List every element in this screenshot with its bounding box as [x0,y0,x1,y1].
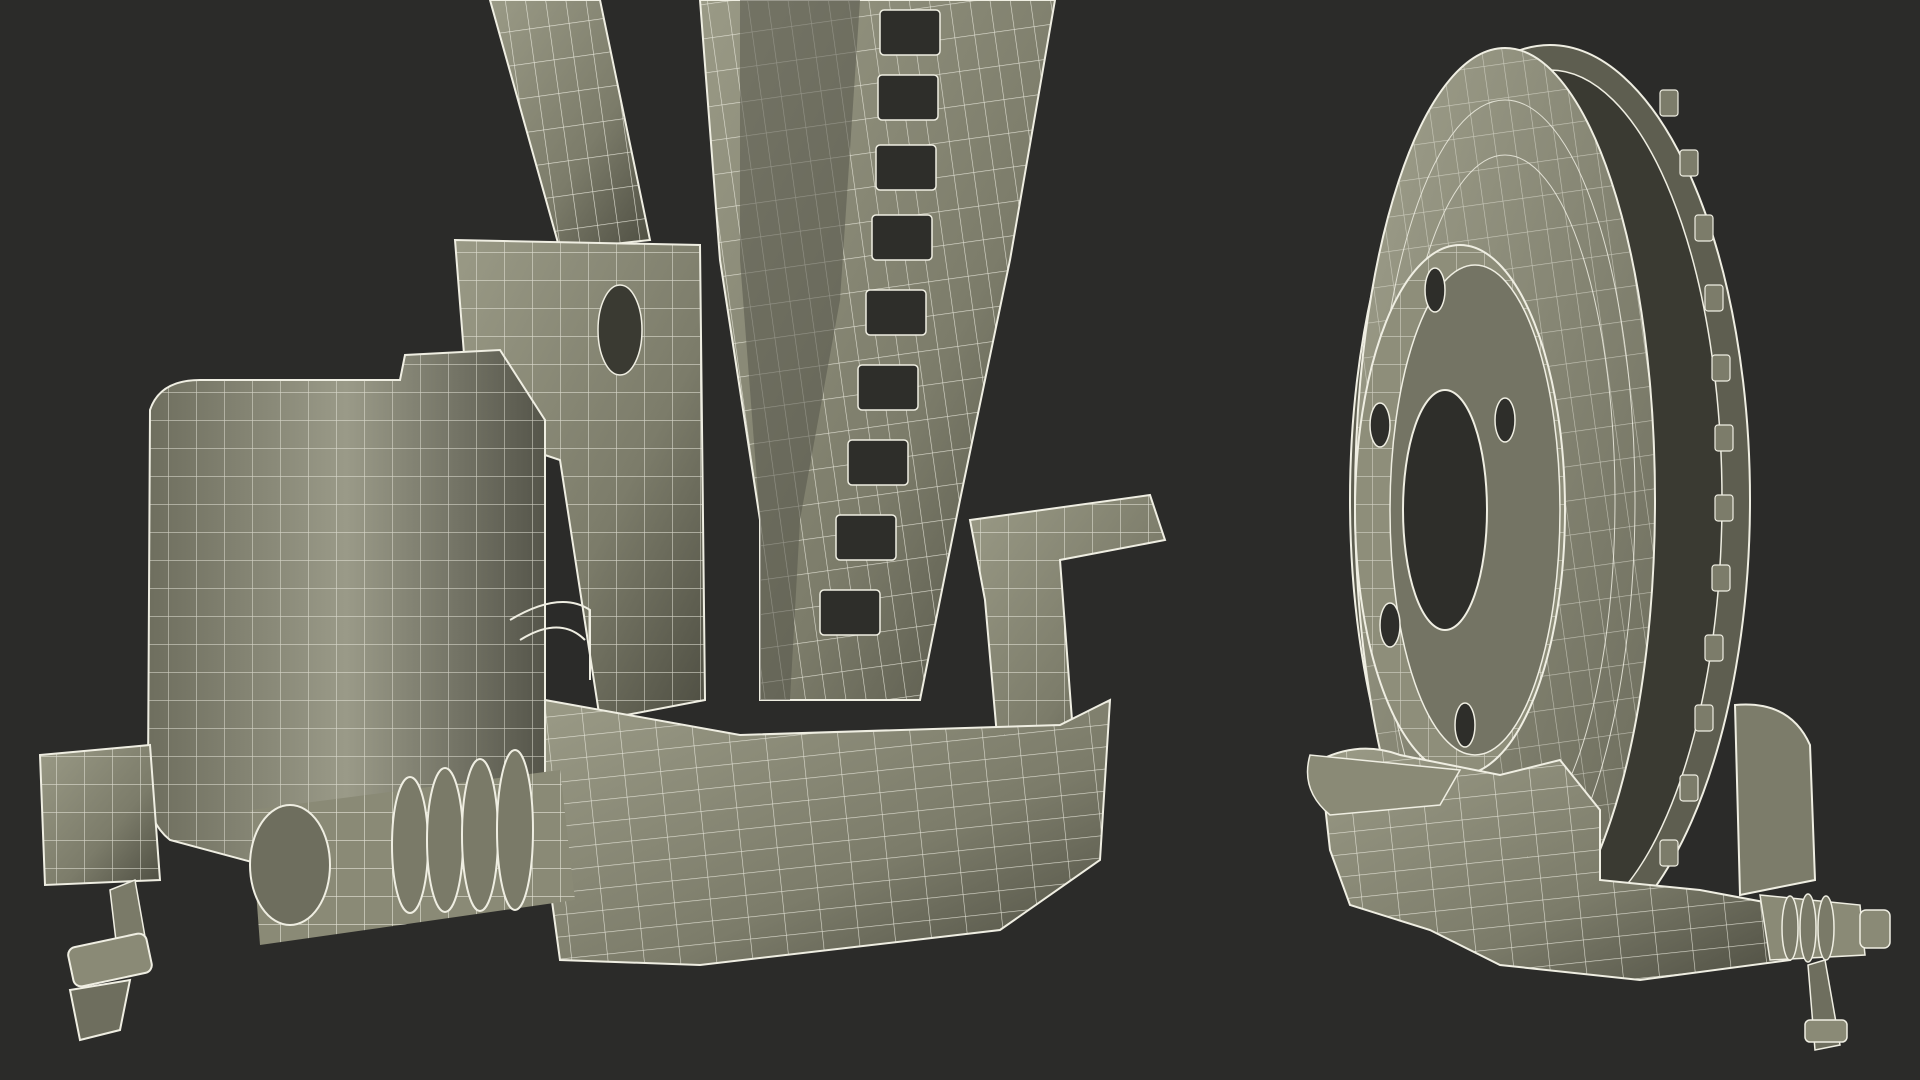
disc-caliper-piston [1733,703,1817,897]
center-bore [1402,389,1488,631]
caliper-side-tab [38,743,162,887]
disc-guide-pin [1759,893,1891,1051]
bleed-screw [67,878,153,1042]
render-scene [38,0,1891,1051]
brake-caliper-closeup [38,0,1167,1042]
disc-hub [1354,244,1566,776]
disc-segment-left [488,0,652,252]
brake-disc-assembly [1306,44,1891,1051]
caliper-body [544,698,1112,967]
render-viewport [0,0,1920,1080]
